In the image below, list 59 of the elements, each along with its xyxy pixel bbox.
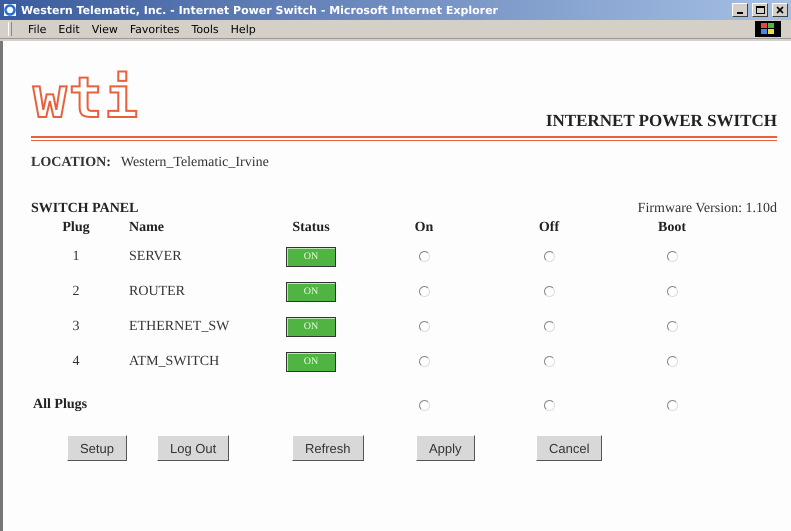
page-title: INTERNET POWER SWITCH [546, 111, 777, 132]
plug-number: 3 [72, 318, 80, 336]
status-indicator: ON [286, 246, 336, 267]
radio-button[interactable] [544, 400, 554, 411]
menu-item[interactable]: Edit [52, 22, 86, 36]
close-button[interactable] [772, 3, 788, 17]
maximize-button[interactable] [752, 3, 768, 17]
maximize-icon [756, 6, 764, 14]
radio-button[interactable] [666, 400, 678, 411]
radio-button[interactable] [418, 400, 430, 411]
radio-button[interactable] [544, 286, 554, 298]
close-icon [776, 6, 784, 14]
plug-number: 2 [72, 282, 80, 301]
radio-button[interactable] [544, 251, 554, 262]
firmware-version: Firmware Version: 1.10d [638, 201, 777, 218]
window-title: Western Telematic, Inc. - Internet Power Switch - Microsoft Internet Explorer [21, 4, 499, 16]
browser-icon [3, 3, 17, 17]
windows-logo-icon [755, 21, 781, 37]
logo: wti [31, 65, 142, 133]
location-value: Western_Telematic_Irvine [120, 155, 269, 172]
radio-button[interactable] [544, 321, 554, 332]
menu-item[interactable]: Favorites [124, 22, 186, 36]
status-indicator: ON [286, 282, 336, 302]
radio-button[interactable] [666, 251, 678, 262]
location-label: LOCATION: [31, 155, 111, 172]
plug-number: 4 [72, 352, 80, 371]
minimize-button[interactable] [732, 3, 748, 17]
column-header: Status [292, 219, 330, 238]
menu-item[interactable]: Tools [186, 22, 225, 36]
radio-button[interactable] [666, 356, 678, 368]
form-button[interactable]: Refresh [292, 435, 364, 462]
column-header: On [414, 219, 434, 238]
status-indicator: ON [286, 316, 336, 337]
form-button[interactable]: Apply [416, 435, 475, 462]
plug-number: 1 [72, 248, 80, 266]
radio-button[interactable] [418, 251, 430, 262]
plug-name: ATM_SWITCH [128, 352, 220, 371]
column-header: Off [538, 219, 560, 238]
column-header: Boot [658, 219, 686, 238]
plug-name: ETHERNET_SW [128, 318, 230, 336]
menu-item[interactable]: File [22, 22, 52, 36]
all-plugs-label: All Plugs [32, 396, 88, 414]
radio-button[interactable] [418, 356, 430, 368]
radio-button[interactable] [418, 286, 430, 298]
radio-button[interactable] [666, 321, 678, 332]
panel-title: SWITCH PANEL [31, 201, 138, 218]
plug-name: SERVER [128, 248, 182, 266]
menu-item[interactable]: Help [224, 22, 262, 36]
radio-button[interactable] [544, 356, 554, 368]
radio-button[interactable] [418, 321, 430, 332]
column-header: Plug [62, 219, 90, 238]
form-button[interactable]: Setup [67, 435, 127, 462]
menu-item[interactable]: View [86, 22, 124, 36]
column-header: Name [128, 219, 164, 238]
plug-name: ROUTER [128, 282, 185, 301]
status-indicator: ON [286, 352, 336, 372]
form-button[interactable]: Log Out [157, 435, 230, 462]
radio-button[interactable] [666, 286, 678, 298]
form-button[interactable]: Cancel [536, 435, 602, 462]
